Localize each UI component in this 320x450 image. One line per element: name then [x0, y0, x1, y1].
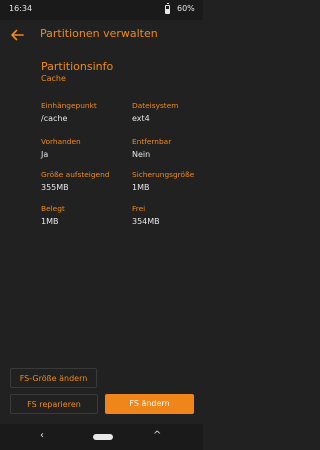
- mount-point-value: /cache: [41, 114, 68, 123]
- size-label: Größe aufsteigend: [41, 170, 110, 179]
- mount-point-label: Einhängepunkt: [41, 101, 97, 110]
- change-fs-button[interactable]: FS ändern: [105, 394, 194, 414]
- resize-fs-button[interactable]: FS-Größe ändern: [10, 368, 97, 388]
- backup-size-value: 1MB: [132, 183, 150, 192]
- removable-value: Nein: [132, 150, 151, 159]
- status-time: 16:34: [9, 4, 33, 13]
- removable-label: Entfernbar: [132, 137, 172, 146]
- filesystem-value: ext4: [132, 114, 150, 123]
- nav-home-pill[interactable]: [93, 434, 113, 440]
- status-bar: 16:34 60%: [0, 0, 203, 20]
- section-heading: Partitionsinfo: [41, 60, 114, 73]
- nav-up-icon[interactable]: ^: [153, 430, 161, 441]
- navigation-bar: ‹ ^: [0, 424, 203, 450]
- present-value: Ja: [41, 150, 49, 159]
- battery-level: 60%: [177, 4, 195, 13]
- backup-size-label: Sicherungsgröße: [132, 170, 195, 179]
- page-title: Partitionen verwalten: [40, 27, 158, 40]
- free-label: Frei: [132, 204, 146, 213]
- app-bar: Partitionen verwalten: [0, 20, 203, 50]
- partition-name: Cache: [41, 74, 66, 83]
- nav-back-icon[interactable]: ‹: [40, 430, 44, 441]
- battery-icon: [165, 3, 170, 14]
- filesystem-label: Dateisystem: [132, 101, 179, 110]
- used-value: 1MB: [41, 217, 59, 226]
- present-label: Vorhanden: [41, 137, 81, 146]
- back-arrow-icon[interactable]: [8, 26, 26, 44]
- used-label: Belegt: [41, 204, 65, 213]
- repair-fs-button[interactable]: FS reparieren: [10, 394, 98, 414]
- free-value: 354MB: [132, 217, 160, 226]
- size-value: 355MB: [41, 183, 69, 192]
